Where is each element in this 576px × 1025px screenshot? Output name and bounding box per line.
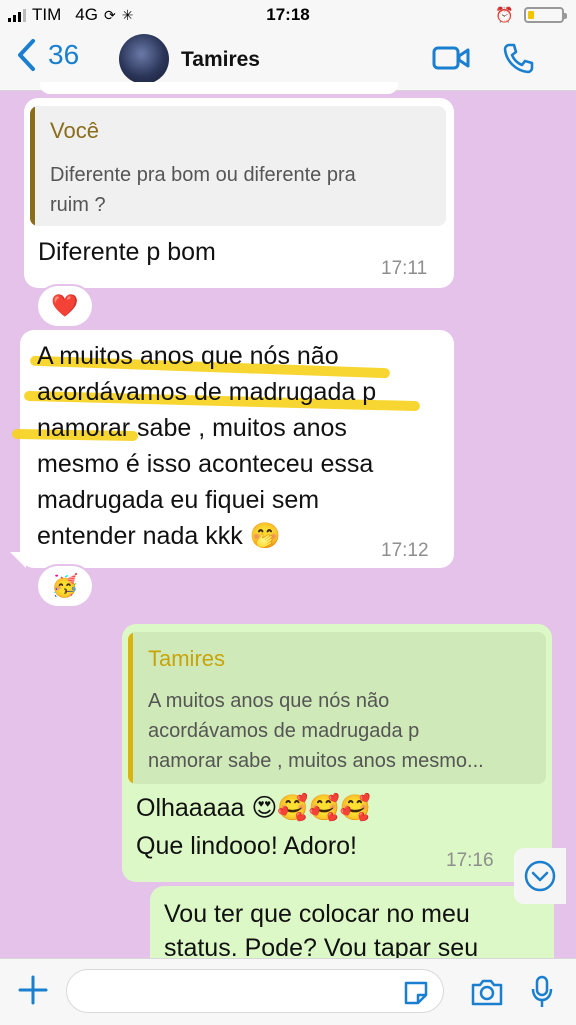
quote-author: Tamires: [148, 646, 226, 671]
unread-count: 36: [48, 39, 80, 70]
mic-icon[interactable]: [530, 975, 554, 1009]
avatar[interactable]: [119, 34, 169, 84]
message-line: Que lindooo! Adoro!: [136, 832, 357, 860]
message-line: A muitos anos que nós não: [37, 342, 339, 370]
previous-bubble-edge: [40, 82, 398, 94]
scroll-down-button[interactable]: [514, 848, 566, 904]
quoted-message[interactable]: Tamires A muitos anos que nós não acordá…: [128, 632, 546, 784]
quote-bar: [30, 106, 35, 226]
video-call-icon[interactable]: [432, 44, 470, 72]
quote-text-line: namorar sabe , muitos anos mesmo...: [148, 750, 484, 772]
message-line: madrugada eu fiquei sem: [37, 486, 320, 514]
message-text: Diferente p bom: [38, 238, 216, 266]
quote-bar: [128, 632, 133, 784]
message-line: mesmo é isso aconteceu essa: [37, 450, 374, 478]
phone-icon[interactable]: [502, 42, 534, 74]
message-time: 17:16: [446, 850, 494, 871]
message-line: Olhaaaaa 😍🥰🥰🥰: [136, 794, 371, 822]
quote-text-line: Diferente pra bom ou diferente pra: [50, 164, 356, 186]
quote-author: Você: [50, 118, 99, 143]
back-chevron-icon: [18, 39, 35, 71]
camera-icon[interactable]: [470, 977, 504, 1007]
bubble-tail: [10, 552, 26, 568]
quote-text-line: A muitos anos que nós não: [148, 690, 390, 712]
message-line: acordávamos de madrugada p: [37, 378, 377, 406]
message-time: 17:12: [381, 540, 429, 561]
message-input[interactable]: [66, 969, 444, 1013]
quote-text-line: acordávamos de madrugada p: [148, 720, 420, 742]
outgoing-message[interactable]: Tamires A muitos anos que nós não acordá…: [122, 624, 552, 882]
sticker-icon[interactable]: [402, 979, 430, 1007]
status-right: ⏰: [495, 6, 567, 24]
incoming-message[interactable]: Você Diferente pra bom ou diferente pra …: [24, 98, 454, 288]
reaction-badge[interactable]: 🥳: [38, 566, 92, 606]
message-line: Vou ter que colocar no meu: [164, 900, 470, 928]
scroll-down-icon: [524, 860, 556, 892]
battery-icon: [524, 7, 567, 23]
incoming-message[interactable]: A muitos anos que nós não acordávamos de…: [11, 330, 454, 568]
reaction-badge[interactable]: ❤️: [38, 286, 92, 326]
message-time: 17:11: [381, 258, 428, 279]
message-line: entender nada kkk 🤭: [37, 522, 281, 550]
alarm-icon: ⏰: [495, 7, 514, 24]
composer-bar: [0, 958, 576, 1025]
quoted-message[interactable]: Você Diferente pra bom ou diferente pra …: [30, 106, 446, 226]
contact-name[interactable]: Tamires: [181, 48, 260, 72]
plus-icon[interactable]: [16, 973, 50, 1007]
message-line: namorar sabe , muitos anos: [37, 414, 347, 442]
back-button[interactable]: 36: [16, 38, 79, 72]
quote-text-line: ruim ?: [50, 194, 106, 216]
status-bar: TIM 4G ⟳ ✳ 17:18 ⏰: [0, 0, 576, 30]
status-time: 17:18: [266, 5, 310, 24]
